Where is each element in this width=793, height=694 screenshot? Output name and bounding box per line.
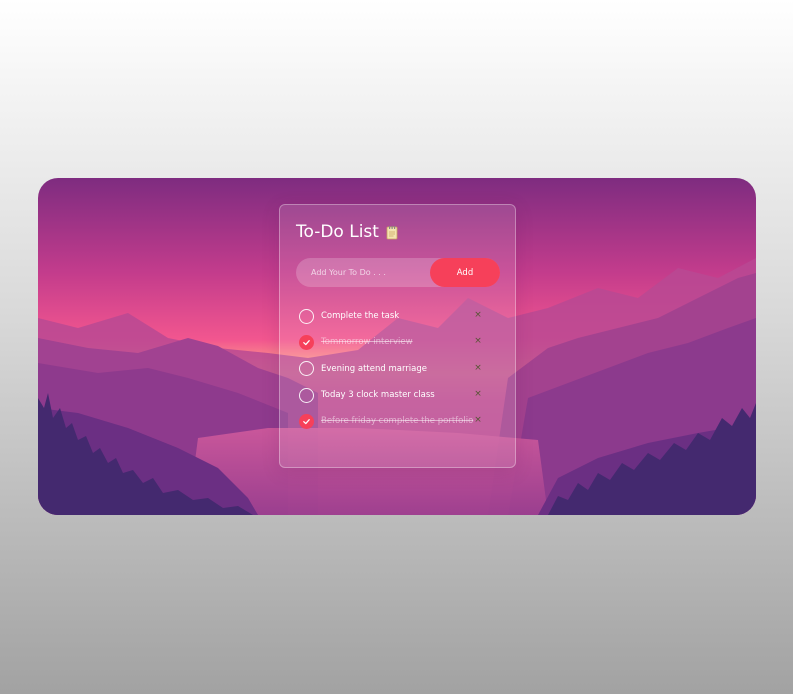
task-checkbox[interactable] [299,308,314,324]
task-item[interactable]: Evening attend marriage × [299,356,494,382]
mountain-background: To-Do List Add Complete the task [38,178,756,515]
page-title: To-Do List [296,222,400,242]
checkmark-icon [303,418,310,425]
close-icon[interactable]: × [472,335,484,347]
task-item[interactable]: Tommorrow interview × [299,329,494,355]
task-checkbox[interactable] [299,413,314,429]
task-label: Tommorrow interview [321,337,413,348]
task-item[interactable]: Complete the task × [299,303,494,329]
close-icon[interactable]: × [472,309,484,321]
close-icon[interactable]: × [472,414,484,426]
task-list: Complete the task × Tommorrow interview … [299,303,494,434]
task-label: Evening attend marriage [321,363,427,374]
task-checkbox[interactable] [299,387,314,403]
task-item[interactable]: Before friday complete the portfolio × [299,408,494,434]
task-checkbox[interactable] [299,361,314,377]
task-label: Complete the task [321,311,400,322]
add-button[interactable]: Add [430,258,500,287]
title-text: To-Do List [296,222,379,242]
add-todo-form: Add [296,258,500,287]
task-checkbox[interactable] [299,334,314,350]
todo-card: To-Do List Add Complete the task [279,204,516,468]
task-item[interactable]: Today 3 clock master class × [299,382,494,408]
task-label: Today 3 clock master class [321,390,435,401]
checkmark-icon [303,340,310,346]
close-icon[interactable]: × [472,388,484,400]
close-icon[interactable]: × [472,362,484,374]
task-label: Before friday complete the portfolio [321,416,474,427]
todo-input[interactable] [296,258,436,287]
notepad-icon [385,225,400,240]
